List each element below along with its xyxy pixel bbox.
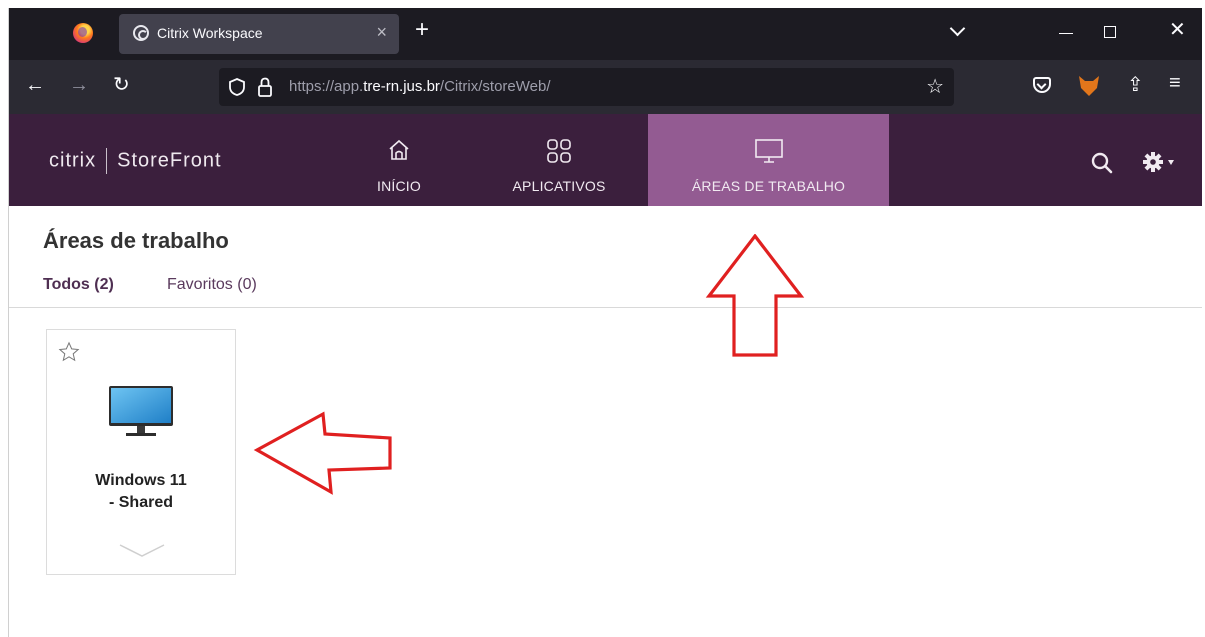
tab-areas-de-trabalho-label: ÁREAS DE TRABALHO [691,178,846,194]
brand-citrix: citrix [49,149,97,172]
maximize-icon[interactable] [1104,26,1116,38]
settings-caret-down-icon[interactable] [1168,160,1174,165]
minimize-icon[interactable] [1059,33,1073,34]
back-arrow-icon[interactable]: ← [25,74,45,97]
gear-icon[interactable] [1141,150,1165,174]
filter-all[interactable]: Todos (2) [43,276,114,294]
brand-separator [106,148,108,174]
forward-arrow-icon[interactable]: → [69,74,89,97]
chevron-down-icon[interactable] [118,543,166,559]
tab-areas-de-trabalho[interactable]: ÁREAS DE TRABALHO [648,114,889,206]
star-outline-icon[interactable] [58,341,80,363]
list-tabs-chevron-icon[interactable] [949,22,967,40]
reload-icon[interactable]: ↻ [113,72,130,97]
tab-title: Citrix Workspace [157,25,263,41]
hamburger-menu-icon[interactable]: ≡ [1169,72,1181,95]
tab-inicio-label: INÍCIO [377,178,421,194]
firefox-logo-icon[interactable] [73,23,93,43]
desktop-name: Windows 11 - Shared [95,472,187,511]
address-bar[interactable]: https://app.tre-rn.jus.br/Citrix/storeWe… [219,68,954,106]
url-host: tre-rn.jus.br [363,78,440,95]
search-icon[interactable] [1091,152,1113,174]
url-prefix: https://app. [289,78,364,95]
home-icon [389,139,409,160]
browser-window: Citrix Workspace × + ✕ ← → ↻ https://app… [8,8,1202,637]
tab-aplicativos-label: APLICATIVOS [512,178,606,194]
storefront-header: citrix StoreFront INÍCIO APLICATIVOS ÁRE… [9,114,1202,206]
pocket-icon[interactable] [1033,77,1051,93]
apps-grid-icon [547,139,571,163]
desktop-card[interactable]: Windows 11 - Shared [46,329,236,575]
monitor-icon[interactable] [108,385,174,439]
annotation-up-arrow [705,234,805,357]
url-path: /Citrix/storeWeb/ [439,78,551,95]
window-close-icon[interactable]: ✕ [1169,20,1186,40]
brand-storefront: StoreFront [117,149,222,172]
url-text[interactable]: https://app.tre-rn.jus.br/Citrix/storeWe… [289,78,551,95]
content-divider [9,307,1202,308]
tab-close-icon[interactable]: × [376,22,387,43]
navigation-toolbar: ← → ↻ https://app.tre-rn.jus.br/Citrix/s… [9,60,1202,114]
bookmark-star-icon[interactable]: ☆ [926,74,944,99]
extensions-icon[interactable]: ⇪ [1127,72,1144,97]
metamask-extension-icon[interactable] [1079,76,1099,96]
browser-tab[interactable]: Citrix Workspace × [119,14,399,54]
filter-favorites[interactable]: Favoritos (0) [167,276,257,294]
shield-icon[interactable] [229,78,245,96]
annotation-left-arrow [253,411,392,495]
lock-icon[interactable] [257,77,273,97]
new-tab-button[interactable]: + [415,18,429,42]
tab-bar: Citrix Workspace × + ✕ [9,8,1202,60]
desktop-icon [754,139,783,163]
tab-aplicativos[interactable]: APLICATIVOS [494,114,624,206]
storefront-logo: citrix StoreFront [49,148,222,174]
citrix-favicon-icon [133,25,149,41]
page-title: Áreas de trabalho [43,228,229,253]
tab-inicio[interactable]: INÍCIO [339,114,459,206]
